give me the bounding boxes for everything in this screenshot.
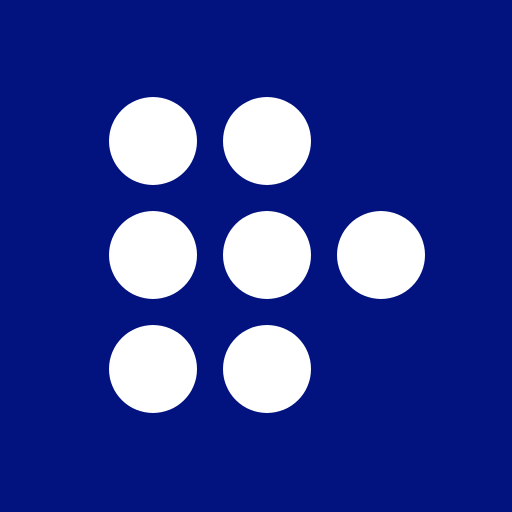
dot-grid-arrow-icon: [0, 0, 512, 512]
dot-2-1: [223, 325, 311, 413]
dot-0-0: [109, 97, 197, 185]
dot-1-2: [337, 211, 425, 299]
dot-0-1: [223, 97, 311, 185]
dot-1-0: [109, 211, 197, 299]
dot-1-1: [223, 211, 311, 299]
app-icon-tile: [0, 0, 512, 512]
dot-2-0: [109, 325, 197, 413]
